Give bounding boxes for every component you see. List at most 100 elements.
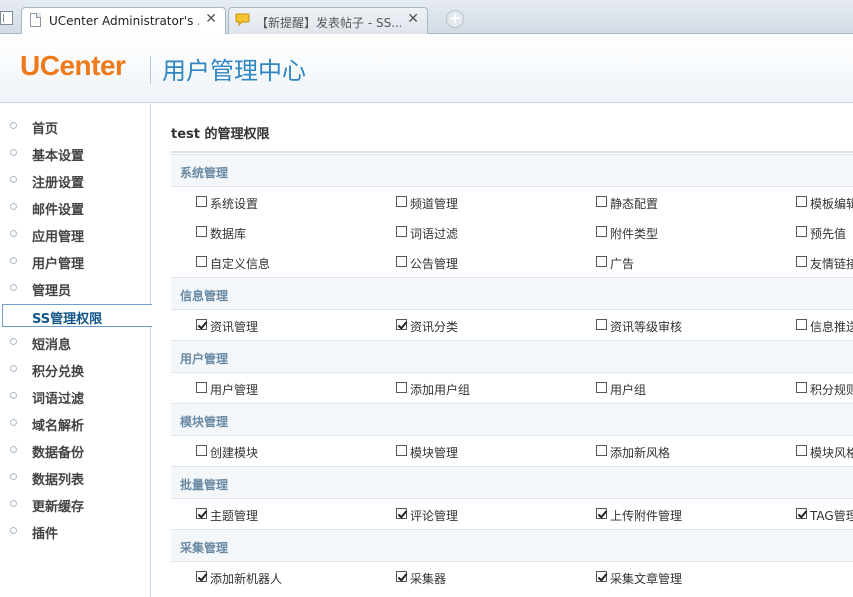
sidebar-item[interactable]: 首页 [0,113,150,140]
permission-checkbox[interactable] [596,571,607,582]
permission-checkbox[interactable] [796,319,807,330]
sidebar-item-label: 词语过滤 [32,392,85,407]
bullet-icon [10,527,17,534]
permission-checkbox[interactable] [796,508,807,519]
permission-checkbox[interactable] [796,256,807,267]
permission-label: 模板编辑 [810,197,853,211]
app-title: 用户管理中心 [162,57,306,85]
sidebar-item[interactable]: 管理员 [0,275,150,302]
sidebar-item[interactable]: 域名解析 [0,410,150,437]
sidebar-item[interactable]: 注册设置 [0,167,150,194]
permission-checkbox[interactable] [196,571,207,582]
permission-label: 用户组 [610,383,647,397]
permission-checkbox[interactable] [596,508,607,519]
section-title: 信息管理 [180,289,229,303]
permission-checkbox[interactable] [396,445,407,456]
permission-label: 模块管理 [410,446,459,460]
permission-label: 采集文章管理 [610,572,683,586]
section-title: 系统管理 [180,166,229,180]
section-title: 采集管理 [180,541,229,555]
permission-checkbox[interactable] [196,256,207,267]
permission-checkbox[interactable] [396,196,407,207]
section-header: 信息管理 [171,277,853,310]
bullet-icon [10,392,17,399]
permission-checkbox[interactable] [596,319,607,330]
permission-checkbox[interactable] [196,445,207,456]
close-icon[interactable]: ✕ [407,12,419,26]
bullet-icon [10,176,17,183]
permission-checkbox[interactable] [196,508,207,519]
bullet-icon [10,365,17,372]
permission-checkbox[interactable] [196,319,207,330]
sidebar-item-label: 管理员 [32,284,72,299]
permission-label: 友情链接 [810,257,853,271]
document-icon [30,13,41,27]
sidebar-item[interactable]: 基本设置 [0,140,150,167]
page-title: test 的管理权限 [171,127,270,142]
permission-checkbox[interactable] [596,256,607,267]
permission-checkbox[interactable] [196,226,207,237]
permission-label: 预先值 [810,227,847,241]
main-content: test 的管理权限 系统管理 系统设置 频道管理 静态配置 模板编辑 数据库 词语过滤 附件… [152,104,853,597]
permission-label: 模块风格 [810,446,853,460]
sidebar-item[interactable]: 更新缓存 [0,491,150,518]
new-tab-button[interactable]: + [446,10,464,28]
permission-checkbox[interactable] [396,256,407,267]
browser-tab-ucenter[interactable]: UCenter Administrator's ... ✕ [21,7,226,35]
sidebar-item[interactable]: SS管理权限 [2,304,153,327]
permission-checkbox[interactable] [396,571,407,582]
app-header: UCenter 用户管理中心 [0,34,853,103]
permission-checkbox[interactable] [196,382,207,393]
permission-checkbox[interactable] [596,226,607,237]
sidebar-item-label: 域名解析 [32,419,85,434]
permission-label: 静态配置 [610,197,659,211]
sidebar-item[interactable]: 应用管理 [0,221,150,248]
permission-checkbox[interactable] [396,382,407,393]
permission-checkbox[interactable] [396,508,407,519]
permission-label: 数据库 [210,227,247,241]
browser-tab-post[interactable]: 【新提醒】发表帖子 - SS... ✕ [228,7,428,34]
permission-checkbox[interactable] [796,445,807,456]
permission-checkbox[interactable] [796,382,807,393]
sidebar-item[interactable]: 积分兑换 [0,356,150,383]
close-icon[interactable]: ✕ [205,12,217,26]
bullet-icon [10,203,17,210]
permission-checkbox[interactable] [396,226,407,237]
sidebar-item-label: 短消息 [32,338,72,353]
permission-checkbox[interactable] [796,196,807,207]
permission-label: 附件类型 [610,227,659,241]
sidebar-item[interactable]: 数据备份 [0,437,150,464]
permission-label: 系统设置 [210,197,259,211]
tab-title: 【新提醒】发表帖子 - SS... [256,16,401,30]
permission-label: 添加新风格 [610,446,671,460]
section-title: 用户管理 [180,352,229,366]
bullet-icon [10,122,17,129]
sidebar-item[interactable]: 数据列表 [0,464,150,491]
permission-checkbox[interactable] [596,382,607,393]
sidebar-item-label: 数据列表 [32,473,85,488]
permission-label: 资讯等级审核 [610,320,683,334]
sidebar-item[interactable]: 词语过滤 [0,383,150,410]
sidebar-item[interactable]: 邮件设置 [0,194,150,221]
permission-checkbox[interactable] [396,319,407,330]
permission-label: 上传附件管理 [610,509,683,523]
permission-label: 信息推送 [810,320,853,334]
sidebar-item-label: 插件 [32,527,59,542]
permission-label: 资讯管理 [210,320,259,334]
bullet-icon [10,473,17,480]
permission-checkbox[interactable] [796,226,807,237]
ucenter-logo: UCenter [20,50,126,81]
section-header: 系统管理 [171,154,853,187]
permission-label: 添加用户组 [410,383,471,397]
permission-checkbox[interactable] [596,196,607,207]
sidebar-item[interactable]: 用户管理 [0,248,150,275]
bullet-icon [10,419,17,426]
permission-checkbox[interactable] [196,196,207,207]
permission-checkbox[interactable] [596,445,607,456]
header-divider [150,56,151,84]
page-icon [0,11,13,25]
sidebar-item[interactable]: 短消息 [0,329,150,356]
permission-label: 资讯分类 [410,320,459,334]
sidebar-item[interactable]: 插件 [0,518,150,545]
permission-label: 用户管理 [210,383,259,397]
